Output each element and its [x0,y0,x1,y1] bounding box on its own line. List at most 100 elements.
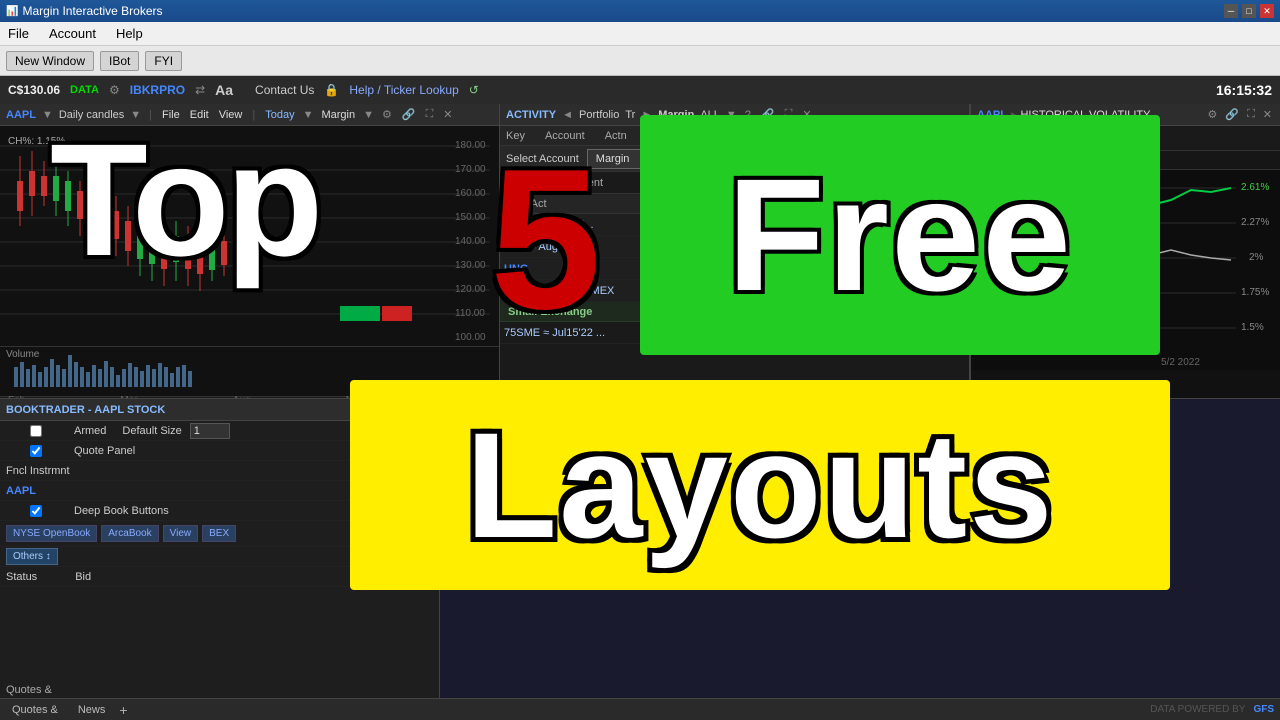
svg-text:170.00: 170.00 [455,164,486,175]
volatility-panel: AAPL ▸ HISTORICAL VOLATILITY ⚙ 🔗 ⛶ ✕ IV … [970,104,1280,398]
margin-dropdown[interactable]: ▼ [363,109,374,121]
chart-margin-btn[interactable]: Margin [319,109,357,121]
col-type: Type [647,130,671,142]
row1-volume: 713K D100.... [648,219,718,231]
hv-info-icon[interactable]: i [1092,131,1102,145]
portfolio-tab[interactable]: Portfolio [579,109,619,121]
small-exchange-section: Small Exchange [500,302,969,322]
col-key: Key [506,130,525,142]
arcabook-button[interactable]: ArcaBook [101,525,158,542]
deep-book-checkbox[interactable] [6,505,66,517]
ibkrpro-label: IBKRPRO [130,83,185,97]
vol-settings-icon[interactable]: ⚙ [1206,108,1220,121]
maximize-button[interactable]: □ [1242,4,1256,18]
hv-days-btn[interactable]: 30 day [1041,130,1084,146]
svg-text:2.61%: 2.61% [1241,182,1269,193]
svg-text:5/2 2022: 5/2 2022 [1161,357,1200,368]
chart-expand-icon[interactable]: ⛶ [424,108,436,121]
book-trader-panel: BOOKTRADER - AAPL STOCK Aa ⛶ Armed Defau… [0,399,440,718]
fyi-button[interactable]: FYI [145,51,182,71]
select-account-dropdown[interactable]: Margin Cash IRA [587,149,687,169]
svg-text:2%: 2% [1249,252,1264,263]
font-size-button[interactable]: Aa [215,82,233,98]
time-period-dropdown[interactable]: ▼ [1089,154,1100,166]
chart-file-menu[interactable]: File [160,109,182,121]
svg-text:1.75%: 1.75% [1241,287,1269,298]
book-trader-expand[interactable]: ⛶ [421,403,433,416]
quotes-label: Quotes & [6,684,52,696]
row1-chg-pct: 0.82% [944,219,970,231]
sme-last: c76.29 [648,327,718,339]
ibot-button[interactable]: IBot [100,51,139,71]
nav-right-icon[interactable]: ► [641,109,652,121]
iv-checkbox[interactable] [977,132,989,144]
activity-all[interactable]: ALL [700,109,720,121]
bex-button[interactable]: BEX [202,525,236,542]
settings-icon[interactable]: ⚙ [109,83,120,97]
menu-help[interactable]: Help [112,24,147,43]
chart-edit-menu[interactable]: Edit [188,109,211,121]
svg-text:160.00: 160.00 [455,188,486,199]
armed-row: Armed Default Size [0,421,439,441]
chart-close-icon[interactable]: ✕ [441,108,454,121]
menu-file[interactable]: File [4,24,33,43]
nyse-openbook-button[interactable]: NYSE OpenBook [6,525,97,542]
deep-book-row: Deep Book Buttons [0,501,439,521]
col-actn: Actn [605,130,627,142]
aapl-row: AAPL 13 [0,481,439,501]
new-window-button[interactable]: New Window [6,51,94,71]
quote-panel-checkbox[interactable] [6,445,66,457]
others-button[interactable]: Others ↕ [6,548,58,565]
chart-link-icon[interactable]: 🔗 [400,108,418,121]
price-chart-svg: 180.00 170.00 160.00 150.00 140.00 130.0… [0,126,499,346]
refresh-icon[interactable]: ↺ [469,83,479,97]
bottom-tabs: Quotes & News + DATA POWERED BY GFS [0,698,1280,720]
view-button[interactable]: View [163,525,199,542]
vol-close-icon[interactable]: ✕ [1261,108,1274,121]
activity-close-icon[interactable]: ✕ [800,108,813,121]
row2-chg-pct: 0.73% [944,241,970,253]
tr-item[interactable]: Tr [625,109,635,121]
app-title-text: Margin Interactive Brokers [22,4,162,18]
vol-title: HISTORICAL VOLATILITY [1020,109,1150,121]
book-trader-font: Aa [402,404,415,416]
activity-title: ACTIVITY [506,109,556,121]
dropdown-icon[interactable]: ▼ [42,109,53,121]
vol-link-icon[interactable]: 🔗 [1223,108,1241,121]
bid-col: Bid [774,198,834,210]
menu-account[interactable]: Account [45,24,100,43]
vol-ticker: AAPL [977,109,1007,121]
activity-link-icon[interactable]: 🔗 [759,108,777,121]
default-size-input[interactable] [190,423,230,439]
candle-dropdown-icon[interactable]: ▼ [130,109,141,121]
chart-settings-icon[interactable]: ⚙ [380,108,394,121]
chart-today-btn[interactable]: Today [263,109,296,121]
svg-text:120.00: 120.00 [455,284,486,295]
vol-expand-icon[interactable]: ⛶ [1245,108,1257,121]
add-tab-button[interactable]: + [119,702,127,718]
activity-header: ACTIVITY ◄ Portfolio Tr ► Margin ALL ▼ ?… [500,104,969,126]
contact-us-link[interactable]: Contact Us [255,83,314,97]
candle-type-selector[interactable]: Daily candles [59,109,124,121]
quotes-tab[interactable]: Quotes & [6,702,64,718]
small-exchange-row: 75SME ≈ Jul15'22 ... c76.29 20220616 [500,322,969,344]
help-ticker-link[interactable]: Help / Ticker Lookup [349,83,458,97]
aapl-val: 13 [421,485,433,497]
activity-margin[interactable]: Margin [658,109,694,121]
chart-ticker[interactable]: AAPL [6,109,36,121]
minimize-button[interactable]: ─ [1224,4,1238,18]
nav-left-icon[interactable]: ◄ [562,109,573,121]
news-tab[interactable]: News [72,702,112,718]
table-row: UNG 23.81 23.67 -1.46 -5.7... 2022061... [500,258,969,280]
armed-checkbox[interactable] [6,425,66,437]
chart-view-menu[interactable]: View [217,109,245,121]
close-button[interactable]: ✕ [1260,4,1274,18]
row2-last: 108.67 [722,241,792,253]
all-dropdown[interactable]: ▼ [726,109,737,121]
status-label-bt: Status [6,571,37,583]
row1-symbol: CL ≈ Aug22 @M... [504,219,644,231]
svg-text:CH%: 1.15%: CH%: 1.15% [8,136,65,147]
today-dropdown[interactable]: ▼ [303,109,314,121]
question-icon[interactable]: ? [743,109,753,121]
activity-expand-icon[interactable]: ⛶ [783,108,795,121]
